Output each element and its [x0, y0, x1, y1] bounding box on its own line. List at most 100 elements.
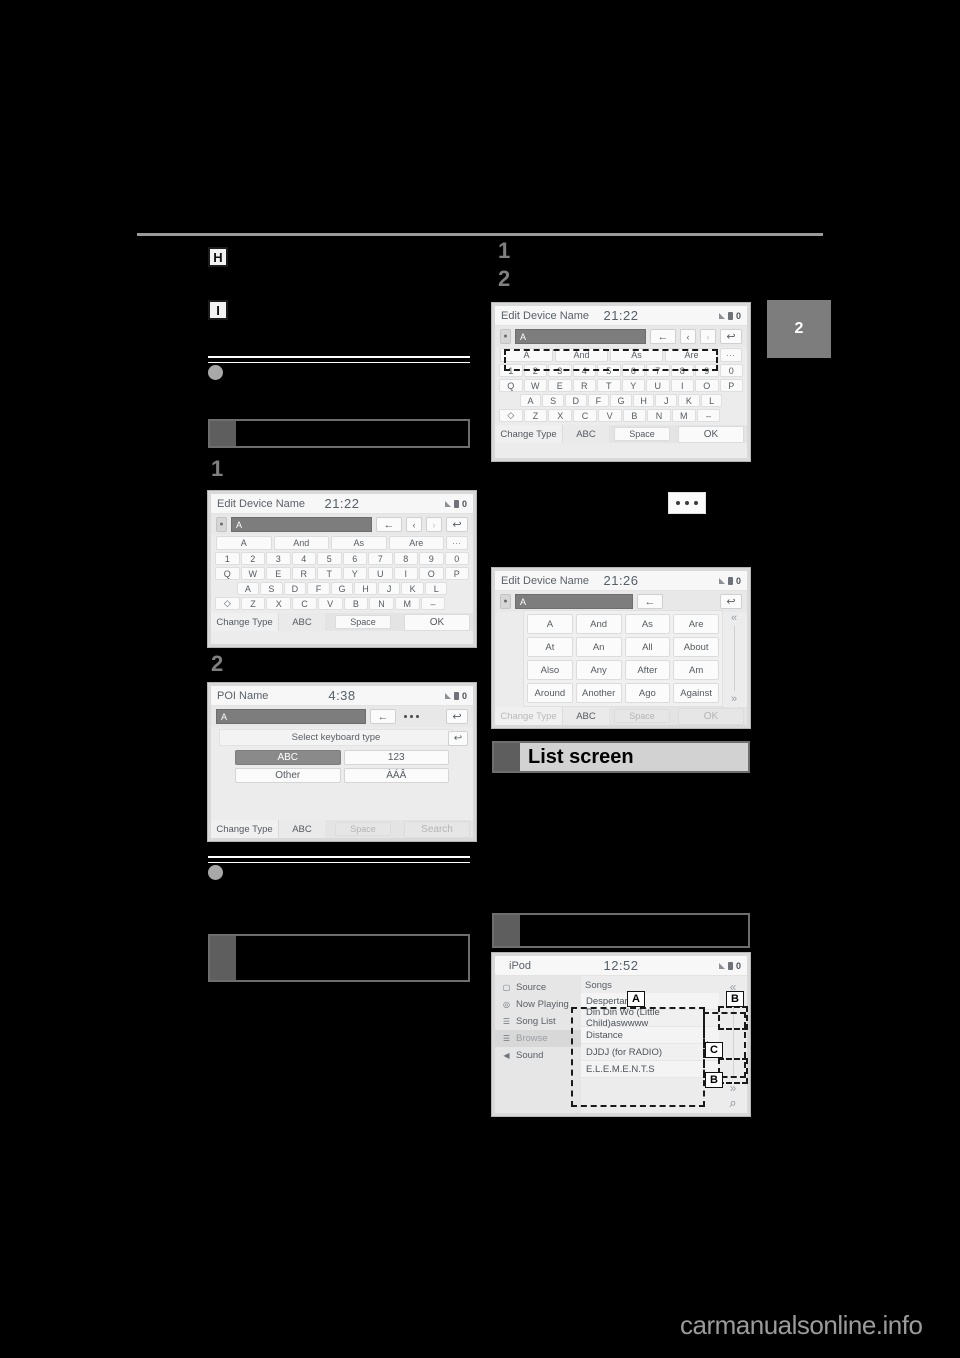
more-predictions-button[interactable]: ⋯ — [720, 348, 742, 362]
scroll-track[interactable] — [733, 626, 735, 691]
key[interactable]: P — [444, 567, 469, 580]
keyboard-type-123[interactable]: 123 — [343, 750, 449, 765]
prediction-item[interactable]: Any — [575, 660, 622, 680]
key[interactable]: Y — [342, 567, 367, 580]
key[interactable]: 0 — [719, 364, 743, 377]
key[interactable]: K — [678, 394, 700, 407]
key[interactable]: H — [354, 582, 377, 595]
prediction-item[interactable]: As — [624, 614, 671, 634]
microphone-icon[interactable]: ● — [216, 517, 227, 532]
prediction-item[interactable]: Another — [575, 683, 622, 703]
key[interactable]: I — [393, 567, 418, 580]
prediction-item[interactable]: As — [331, 536, 387, 550]
key[interactable]: L — [424, 582, 448, 595]
key[interactable]: N — [369, 597, 394, 610]
ok-button[interactable]: OK — [401, 613, 473, 631]
prediction-item[interactable]: An — [575, 637, 622, 657]
prediction-item[interactable]: And — [273, 536, 329, 550]
backspace-button[interactable]: ← — [637, 594, 663, 609]
key[interactable]: A — [236, 582, 260, 595]
return-button[interactable]: ↩ — [446, 517, 468, 532]
more-predictions-icon[interactable] — [400, 715, 423, 718]
key[interactable]: E — [266, 567, 291, 580]
key[interactable]: X — [548, 409, 573, 422]
key[interactable]: B — [343, 597, 369, 610]
key[interactable]: 8 — [393, 552, 418, 565]
key[interactable]: T — [597, 379, 621, 392]
key[interactable]: C — [292, 597, 317, 610]
key[interactable]: V — [597, 409, 622, 422]
change-type-button[interactable]: Change Type — [495, 425, 563, 443]
more-predictions-button-callout[interactable] — [668, 492, 706, 514]
microphone-icon[interactable]: ● — [500, 329, 511, 344]
sidebar-item-browse[interactable]: ☰ Browse — [495, 1030, 581, 1047]
backspace-button[interactable]: ← — [650, 329, 676, 344]
space-button[interactable]: Space — [325, 613, 401, 631]
key[interactable]: R — [291, 567, 316, 580]
search-icon[interactable]: ⌕ — [729, 1095, 736, 1111]
search-button[interactable]: Search — [401, 820, 473, 838]
backspace-button[interactable]: ← — [370, 709, 396, 724]
backspace-button[interactable]: ← — [376, 517, 402, 532]
key[interactable]: Q — [215, 567, 240, 580]
key[interactable]: W — [523, 379, 547, 392]
change-type-button[interactable]: Change Type — [211, 820, 279, 838]
text-input-field[interactable]: A — [515, 329, 646, 344]
space-button[interactable]: Space — [609, 707, 675, 725]
prediction-item[interactable]: Around — [527, 683, 573, 703]
space-button[interactable]: Space — [325, 820, 401, 838]
key[interactable]: 7 — [368, 552, 393, 565]
key[interactable]: R — [572, 379, 596, 392]
key[interactable]: P — [719, 379, 743, 392]
key[interactable]: 2 — [240, 552, 265, 565]
key[interactable]: 5 — [317, 552, 342, 565]
key[interactable]: H — [632, 394, 655, 407]
return-button[interactable]: ↩ — [720, 329, 742, 344]
key[interactable]: 6 — [342, 552, 367, 565]
key[interactable]: J — [377, 582, 401, 595]
key[interactable]: 0 — [444, 552, 469, 565]
key[interactable]: 4 — [291, 552, 316, 565]
key[interactable]: A — [519, 394, 542, 407]
keyboard-type-other[interactable]: Other — [235, 768, 341, 783]
key[interactable]: – — [696, 409, 721, 422]
key[interactable]: D — [564, 394, 587, 407]
ok-button[interactable]: OK — [675, 707, 747, 725]
change-type-button[interactable]: Change Type — [495, 707, 563, 725]
key[interactable]: G — [330, 582, 354, 595]
cursor-left-button[interactable]: ‹ — [680, 329, 696, 344]
key[interactable]: – — [420, 597, 446, 610]
key[interactable]: V — [317, 597, 343, 610]
cursor-right-button[interactable]: › — [700, 329, 716, 344]
key[interactable]: F — [587, 394, 610, 407]
key[interactable]: K — [401, 582, 424, 595]
ok-button[interactable]: OK — [675, 425, 747, 443]
prediction-item[interactable]: Ago — [624, 683, 671, 703]
key[interactable]: U — [368, 567, 393, 580]
return-button[interactable]: ↩ — [720, 594, 742, 609]
key[interactable]: W — [240, 567, 265, 580]
sidebar-item-sound[interactable]: ◀ Sound — [495, 1047, 581, 1064]
key[interactable]: U — [646, 379, 670, 392]
microphone-icon[interactable]: ● — [500, 594, 511, 609]
key[interactable]: Z — [523, 409, 548, 422]
sidebar-item-song-list[interactable]: ☰ Song List — [495, 1013, 581, 1030]
key[interactable]: L — [700, 394, 723, 407]
prediction-item[interactable]: Am — [673, 660, 719, 680]
key[interactable]: N — [647, 409, 671, 422]
prediction-item[interactable]: Also — [527, 660, 573, 680]
text-input-field[interactable]: A — [231, 517, 372, 532]
change-type-button[interactable]: Change Type — [211, 613, 279, 631]
prediction-item[interactable]: And — [575, 614, 622, 634]
key[interactable]: S — [260, 582, 283, 595]
keyboard-type-accent[interactable]: ÀÁÂ — [343, 768, 449, 783]
key[interactable]: 3 — [266, 552, 291, 565]
prediction-scrollbar[interactable]: « » — [725, 610, 743, 707]
more-predictions-button[interactable]: ⋯ — [446, 536, 468, 550]
key[interactable]: Y — [621, 379, 645, 392]
prediction-item[interactable]: All — [624, 637, 671, 657]
prediction-item[interactable]: Are — [673, 614, 719, 634]
panel-return-button[interactable]: ↩ — [448, 731, 468, 746]
prediction-item[interactable]: At — [527, 637, 573, 657]
sidebar-item-now-playing[interactable]: ◎ Now Playing — [495, 996, 581, 1013]
